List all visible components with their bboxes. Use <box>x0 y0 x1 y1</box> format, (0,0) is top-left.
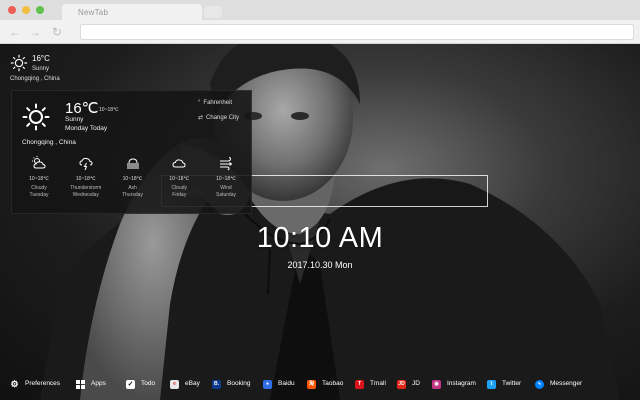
browser-chrome: NewTab ← → ↻ <box>0 0 640 44</box>
new-tab-button[interactable] <box>204 6 222 18</box>
maximize-window-button[interactable] <box>36 6 44 14</box>
instagram-link[interactable]: ◉ Instagram <box>432 379 476 389</box>
booking-link[interactable]: B. Booking <box>212 379 251 389</box>
forecast-range: 10~18℃ <box>216 176 236 182</box>
forecast-day: 10~18℃ Wind Saturday <box>203 155 249 205</box>
forecast-range: 10~18℃ <box>75 176 96 182</box>
taobao-link[interactable]: 淘 Taobao <box>307 379 343 389</box>
forward-arrow-icon[interactable]: → <box>28 25 42 39</box>
sun-icon <box>10 54 28 72</box>
fahrenheit-toggle[interactable]: ° Fahrenheit <box>198 100 232 106</box>
current-location: Chongqing , China <box>22 139 76 146</box>
change-city-button[interactable]: ⇄ Change City <box>198 114 239 121</box>
sun-icon <box>22 103 50 131</box>
messenger-icon: ∿ <box>535 379 544 389</box>
twitter-link[interactable]: t Twitter <box>487 379 521 389</box>
ash-icon <box>126 158 139 169</box>
forecast-day-name: Thursday <box>122 192 143 198</box>
change-city-label: Change City <box>206 115 240 121</box>
tmall-label: Tmall <box>370 380 386 387</box>
booking-icon: B. <box>212 379 221 389</box>
weather-panel: 16℃ 10~18℃ Sunny Monday Today Chongqing … <box>11 90 252 214</box>
ebay-label: eBay <box>185 380 200 387</box>
forecast-day: 10~18℃ Cloudy Tuesday <box>16 155 62 205</box>
forecast-day: 10~18℃ Ash Thursday <box>110 155 156 205</box>
address-bar[interactable] <box>80 24 634 40</box>
apps-button[interactable]: Apps <box>76 379 106 389</box>
bottom-bar: ⚙ Preferences Apps ✓ Todo e eBay B. Booking … <box>0 372 640 396</box>
back-arrow-icon[interactable]: ← <box>8 25 22 39</box>
preferences-button[interactable]: ⚙ Preferences <box>10 379 60 389</box>
jd-label: JD <box>412 380 420 387</box>
grid-icon <box>76 379 85 389</box>
baidu-link[interactable]: ● Baidu <box>263 379 295 389</box>
forecast-range: 10~18℃ <box>169 176 190 182</box>
reload-icon[interactable]: ↻ <box>50 25 64 39</box>
forecast-condition: Wind <box>220 185 232 191</box>
browser-tab[interactable]: NewTab <box>62 4 202 20</box>
forecast-condition: Ash <box>128 185 137 191</box>
jd-icon: JD <box>397 379 406 389</box>
current-temperature: 16℃ <box>65 100 99 117</box>
apps-label: Apps <box>91 380 106 387</box>
mini-condition: Sunny <box>32 66 50 72</box>
forecast-condition: Thunderstorm <box>70 185 102 191</box>
taobao-icon: 淘 <box>307 379 316 389</box>
twitter-label: Twitter <box>502 380 522 387</box>
ebay-icon: e <box>170 379 179 389</box>
mini-temperature: 16°C <box>32 54 50 63</box>
forecast-day-name: Wednesday <box>72 192 99 198</box>
weather-mini-widget[interactable]: 16°C Sunny Chongqing , China <box>8 52 78 86</box>
tab-title: NewTab <box>78 8 109 17</box>
forecast-range: 10~18℃ <box>122 176 143 182</box>
current-condition: Sunny <box>65 116 84 123</box>
thunderstorm-icon <box>79 157 93 171</box>
wind-icon <box>220 157 233 171</box>
mini-location: Chongqing , China <box>10 76 60 82</box>
messenger-label: Messenger <box>550 380 583 387</box>
tab-strip: NewTab <box>0 0 640 20</box>
fahrenheit-label: Fahrenheit <box>203 100 233 106</box>
baidu-label: Baidu <box>278 380 295 387</box>
checkbox-icon: ✓ <box>126 379 135 389</box>
twitter-icon: t <box>487 379 496 389</box>
preferences-label: Preferences <box>25 380 61 387</box>
forecast-row: 10~18℃ Cloudy Tuesday 10~18℃ Thunderstor… <box>16 155 249 205</box>
forecast-range: 10~18℃ <box>29 176 49 182</box>
swap-icon: ⇄ <box>198 115 204 121</box>
cloud-icon <box>172 159 186 168</box>
degree-icon: ° <box>198 100 201 106</box>
current-day: Monday Today <box>65 125 108 132</box>
temperature-range: 10~18℃ <box>99 107 119 113</box>
close-window-button[interactable] <box>8 6 16 14</box>
gear-icon: ⚙ <box>10 378 19 389</box>
todo-button[interactable]: ✓ Todo <box>126 379 155 389</box>
clock-time: 10:10 AM <box>256 222 384 254</box>
minimize-window-button[interactable] <box>22 6 30 14</box>
forecast-day: 10~18℃ Thunderstorm Wednesday <box>63 155 109 205</box>
partly-cloudy-icon <box>32 156 46 169</box>
clock-date: 2017.10.30 Mon <box>287 260 353 270</box>
messenger-link[interactable]: ∿ Messenger <box>535 379 582 389</box>
forecast-day-name: Friday <box>172 192 187 198</box>
instagram-icon: ◉ <box>432 379 441 389</box>
jd-link[interactable]: JD JD <box>397 379 420 389</box>
baidu-icon: ● <box>263 379 272 389</box>
taobao-label: Taobao <box>322 380 344 387</box>
booking-label: Booking <box>227 380 251 387</box>
instagram-label: Instagram <box>447 380 476 387</box>
tmall-link[interactable]: T Tmall <box>355 379 386 389</box>
tmall-icon: T <box>355 379 364 389</box>
forecast-condition: Cloudy <box>171 185 188 191</box>
forecast-day-name: Saturday <box>215 192 236 198</box>
todo-label: Todo <box>141 380 156 387</box>
ebay-link[interactable]: e eBay <box>170 379 200 389</box>
forecast-day-name: Tuesday <box>29 192 49 198</box>
forecast-condition: Cloudy <box>31 185 47 191</box>
forecast-day: 10~18℃ Cloudy Friday <box>156 155 202 205</box>
